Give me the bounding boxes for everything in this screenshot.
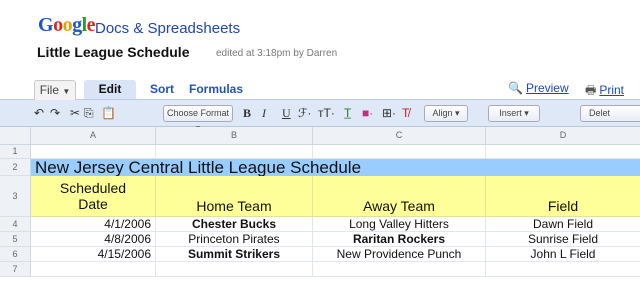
insert-dropdown[interactable]: Insert ▾: [488, 105, 540, 122]
row-header[interactable]: 4: [0, 217, 31, 232]
tab-sort[interactable]: Sort: [142, 80, 182, 99]
column-header-c[interactable]: C: [313, 127, 486, 145]
dropdown-arrow-icon: ▾: [524, 108, 529, 118]
header-cell-home-team[interactable]: Home Team: [156, 176, 313, 217]
cell-field[interactable]: Sunrise Field: [486, 232, 640, 247]
schedule-title-cell[interactable]: New Jersey Central Little League Schedul…: [31, 159, 640, 176]
cell[interactable]: [486, 262, 640, 277]
cell[interactable]: [156, 262, 313, 277]
underline-icon[interactable]: U: [282, 106, 291, 121]
document-title[interactable]: Little League Schedule: [37, 44, 189, 60]
header-text: Home Team: [196, 198, 272, 214]
print-link[interactable]: 🖶 Print: [585, 81, 624, 102]
row-header[interactable]: 2: [0, 159, 31, 176]
cell[interactable]: [313, 145, 486, 159]
formatting-toolbar: ↶ ↷ ✂ ⎘ 📋 Choose Format ▾ B I U ℱ· тT· T…: [0, 100, 640, 133]
google-logo[interactable]: Google: [38, 14, 96, 37]
file-menu-label: File: [39, 83, 60, 97]
fill-color-icon[interactable]: ■·: [362, 106, 373, 120]
header-text: Scheduled: [59, 180, 127, 196]
choose-format-label: Choose Format: [166, 108, 230, 118]
cell-home-team[interactable]: Princeton Pirates: [156, 232, 313, 247]
row-header[interactable]: 3: [0, 176, 31, 217]
italic-icon[interactable]: I: [262, 106, 266, 121]
tab-formulas[interactable]: Formulas: [186, 80, 246, 99]
align-label: Align: [432, 108, 453, 118]
header-cell-scheduled-date[interactable]: Scheduled Date: [31, 176, 156, 217]
align-dropdown[interactable]: Align ▾: [424, 105, 468, 122]
cell[interactable]: [31, 262, 156, 277]
column-header-b[interactable]: B: [156, 127, 313, 145]
column-header-a[interactable]: A: [31, 127, 156, 145]
header-cell-away-team[interactable]: Away Team: [313, 176, 486, 217]
cell-away-team[interactable]: New Providence Punch: [313, 247, 486, 262]
undo-icon[interactable]: ↶: [34, 106, 44, 120]
cell-home-team[interactable]: Chester Bucks: [156, 217, 313, 232]
insert-label: Insert: [499, 108, 522, 118]
cell[interactable]: [156, 145, 313, 159]
cell[interactable]: [313, 262, 486, 277]
paste-icon[interactable]: 📋: [101, 106, 116, 120]
app-header: Google Docs & Spreadsheets Little League…: [0, 0, 640, 78]
redo-icon[interactable]: ↷: [50, 106, 60, 120]
cell-date[interactable]: 4/1/2006: [31, 217, 156, 232]
header-text: Field: [547, 198, 579, 214]
cell-field[interactable]: Dawn Field: [486, 217, 640, 232]
choose-format-dropdown[interactable]: Choose Format ▾: [163, 105, 233, 133]
product-name[interactable]: Docs & Spreadsheets: [95, 20, 240, 37]
borders-icon[interactable]: ⊞·: [382, 106, 396, 120]
edited-status: edited at 3:18pm by Darren: [216, 48, 338, 59]
column-header-d[interactable]: D: [486, 127, 640, 145]
bold-icon[interactable]: B: [243, 106, 251, 121]
file-menu-button[interactable]: File ▼: [34, 80, 76, 100]
print-label: Print: [599, 83, 625, 97]
preview-label: Preview: [525, 81, 569, 95]
header-cell-field[interactable]: Field: [486, 176, 640, 217]
cell-away-team[interactable]: Raritan Rockers: [313, 232, 486, 247]
font-icon[interactable]: ℱ·: [298, 106, 311, 120]
printer-icon: 🖶: [585, 83, 597, 97]
row-header[interactable]: 1: [0, 145, 31, 159]
delete-dropdown[interactable]: Delet: [580, 105, 640, 122]
cell-home-team[interactable]: Summit Strikers: [156, 247, 313, 262]
header-text: Away Team: [363, 198, 435, 214]
cell-date[interactable]: 4/15/2006: [31, 247, 156, 262]
font-size-icon[interactable]: тT·: [318, 106, 335, 120]
header-text: Date: [78, 196, 108, 212]
row-header[interactable]: 5: [0, 232, 31, 247]
clear-format-icon[interactable]: T̸: [402, 106, 409, 120]
dropdown-arrow-icon: ▼: [62, 87, 71, 96]
copy-icon[interactable]: ⎘: [84, 106, 94, 121]
cell-field[interactable]: John L Field: [486, 247, 640, 262]
tab-edit[interactable]: Edit: [84, 80, 136, 99]
cut-icon[interactable]: ✂: [70, 106, 80, 120]
magnifier-icon: 🔍: [508, 81, 523, 95]
cell-away-team[interactable]: Long Valley Hitters: [313, 217, 486, 232]
cell[interactable]: [486, 145, 640, 159]
row-header[interactable]: 7: [0, 262, 31, 277]
dropdown-arrow-icon: ▾: [455, 108, 460, 118]
grid-corner[interactable]: [0, 127, 31, 145]
row-header[interactable]: 6: [0, 247, 31, 262]
preview-link[interactable]: 🔍 Preview: [508, 81, 569, 95]
text-color-icon[interactable]: T̲: [344, 106, 351, 120]
cell[interactable]: [31, 145, 156, 159]
cell-date[interactable]: 4/8/2006: [31, 232, 156, 247]
